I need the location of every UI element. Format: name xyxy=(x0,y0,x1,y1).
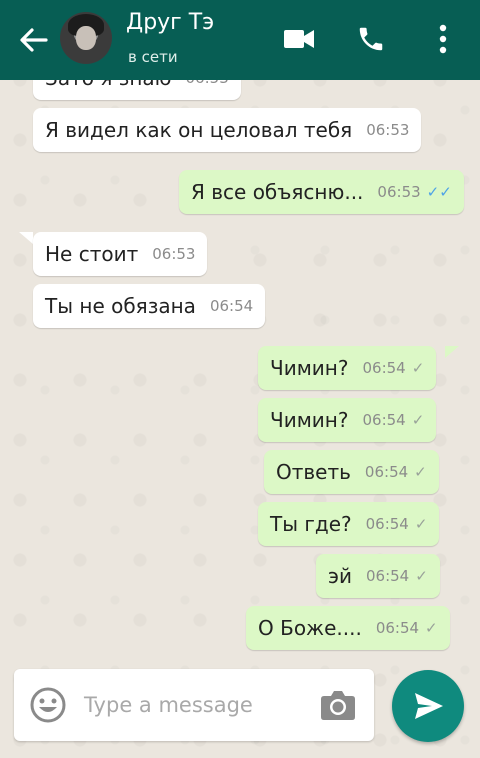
videocam-icon[interactable] xyxy=(284,28,314,50)
message-text: О Боже.... xyxy=(258,616,362,640)
contact-status: в сети xyxy=(128,48,178,66)
message-text: Чимин? xyxy=(270,356,349,380)
emoji-icon[interactable] xyxy=(30,687,66,723)
bubble-tail xyxy=(445,346,459,358)
message-text: эй xyxy=(328,564,352,588)
sent-tick-icon: ✓ xyxy=(425,619,438,637)
message-bubble[interactable]: Не стоит 06:53 xyxy=(33,232,208,276)
message-text: Ответь xyxy=(276,460,351,484)
message-time: 06:53 xyxy=(377,183,421,201)
message-time: 06:54 xyxy=(365,515,409,533)
bubble-tail xyxy=(19,232,33,244)
avatar[interactable] xyxy=(60,12,112,64)
phone-icon[interactable] xyxy=(356,24,386,54)
message-bubble[interactable]: Я видел как он целовал тебя 06:53 xyxy=(33,108,422,152)
message-time: 06:54 xyxy=(375,619,420,637)
sent-tick-icon: ✓ xyxy=(414,463,427,481)
message-bubble[interactable]: О Боже.... 06:54 ✓ xyxy=(246,606,450,650)
sent-tick-icon: ✓ xyxy=(414,515,428,533)
message-time: 06:53 xyxy=(366,121,410,139)
message-bubble[interactable]: Ответь 06:54 ✓ xyxy=(264,450,439,494)
message-bubble[interactable]: Чимин? 06:54 ✓ xyxy=(258,398,437,442)
message-bubble[interactable]: Ты не обязана 06:54 xyxy=(33,284,266,328)
contact-name[interactable]: Друг Тэ xyxy=(126,10,214,35)
message-time: 06:54 xyxy=(362,411,406,429)
sent-tick-icon: ✓ xyxy=(415,567,428,585)
message-text: Я видел как он целовал тебя xyxy=(45,118,353,142)
read-receipt-icon: ✓✓ xyxy=(426,183,452,201)
message-text: Я все объясню... xyxy=(191,180,364,204)
sent-tick-icon: ✓ xyxy=(411,359,425,377)
message-text: Ты где? xyxy=(270,512,352,536)
message-text: Чимин? xyxy=(270,408,349,432)
sent-tick-icon: ✓ xyxy=(411,411,425,429)
message-time: 06:54 xyxy=(364,463,409,481)
message-time: 06:54 xyxy=(209,297,254,315)
message-text: Ты не обязана xyxy=(45,294,196,318)
message-text: Не стоит xyxy=(45,242,139,266)
chat-header: Друг Тэ в сети xyxy=(0,0,480,80)
message-time: 06:54 xyxy=(365,567,410,585)
send-button[interactable] xyxy=(392,670,464,742)
message-input[interactable]: Type a message xyxy=(84,693,253,717)
arrow-back-icon[interactable] xyxy=(18,26,48,54)
message-time: 06:54 xyxy=(362,359,406,377)
camera-icon[interactable] xyxy=(320,689,356,721)
message-bubble[interactable]: эй 06:54 ✓ xyxy=(316,554,440,598)
message-bubble[interactable]: Чимин? 06:54 ✓ xyxy=(258,346,437,390)
send-icon xyxy=(415,693,443,719)
message-composer[interactable]: Type a message xyxy=(14,669,374,741)
message-bubble[interactable]: Ты где? 06:54 ✓ xyxy=(258,502,440,546)
message-bubble[interactable]: Я все объясню... 06:53 ✓✓ xyxy=(179,170,464,214)
message-time: 06:53 xyxy=(152,245,196,263)
more-vert-icon[interactable] xyxy=(438,24,448,54)
